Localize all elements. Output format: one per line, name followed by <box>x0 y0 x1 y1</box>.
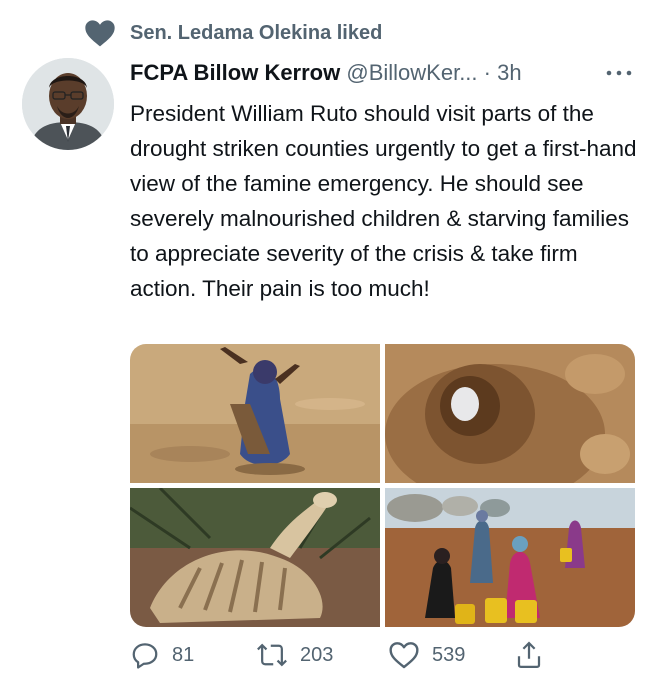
tweet-time[interactable]: 3h <box>497 60 521 85</box>
reply-icon <box>132 643 158 669</box>
retweet-count: 203 <box>300 643 334 666</box>
retweet-icon <box>257 643 287 667</box>
more-dots-icon <box>606 70 632 76</box>
like-button[interactable]: 539 <box>388 640 465 670</box>
tweet-header: FCPA Billow Kerrow @BillowKer... · 3h <box>130 60 522 86</box>
reply-button[interactable]: 81 <box>130 640 194 670</box>
tweet-text: President William Ruto should visit part… <box>130 101 637 301</box>
photo-women-water-jerrycans[interactable] <box>385 488 635 627</box>
share-button[interactable] <box>514 640 544 670</box>
media-grid <box>130 344 635 627</box>
liked-by-text[interactable]: Sen. Ledama Olekina liked <box>130 22 382 45</box>
author-name[interactable]: FCPA Billow Kerrow <box>130 60 340 85</box>
reply-count: 81 <box>172 643 195 666</box>
share-icon <box>517 641 541 668</box>
photo-dry-well[interactable] <box>385 344 635 483</box>
retweet-button[interactable]: 203 <box>256 640 333 670</box>
social-context <box>84 18 116 48</box>
photo-woman-on-dry-ground[interactable] <box>130 344 380 483</box>
avatar[interactable] <box>22 58 114 150</box>
author-handle[interactable]: @BillowKer... <box>346 60 477 85</box>
like-icon <box>389 642 419 669</box>
action-bar: 81 203 539 <box>130 640 635 674</box>
photo-animal-carcass[interactable] <box>130 488 380 627</box>
separator: · <box>483 60 491 85</box>
more-button[interactable] <box>604 66 634 85</box>
like-count: 539 <box>432 643 466 666</box>
heart-icon <box>85 20 115 47</box>
